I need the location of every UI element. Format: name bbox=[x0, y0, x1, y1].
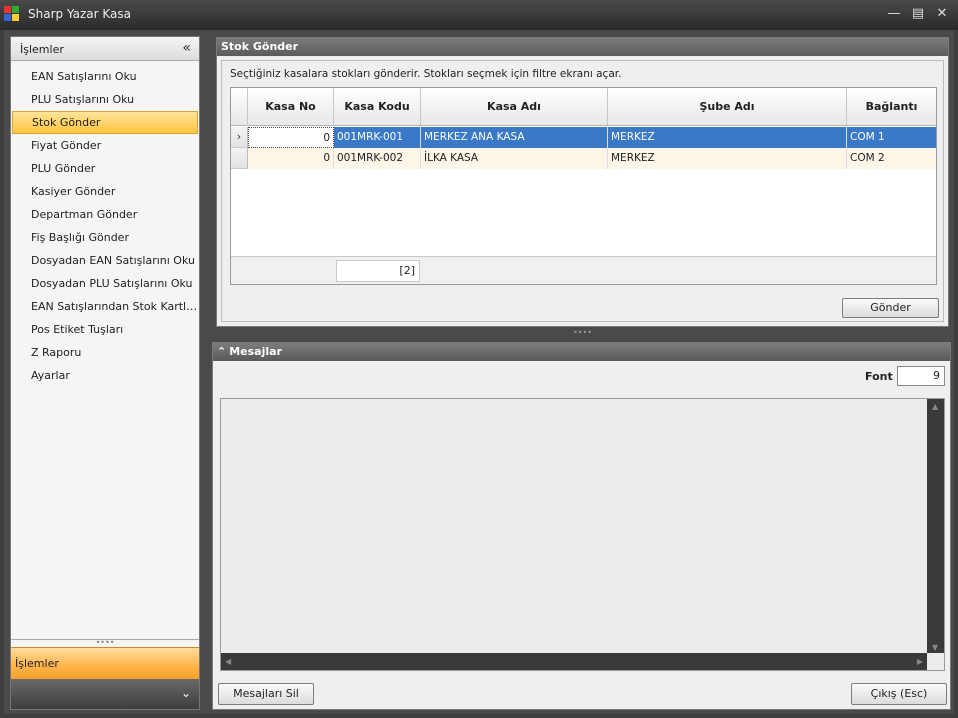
scroll-down-icon[interactable]: ▼ bbox=[932, 643, 938, 652]
nav-group-label: İşlemler bbox=[15, 657, 59, 670]
stok-description: Seçtiğiniz kasalara stokları gönderir. S… bbox=[230, 68, 622, 80]
nav-item-plu-satislarini-oku[interactable]: PLU Satışlarını Oku bbox=[12, 88, 198, 111]
mesajlar-panel: ⌃ Mesajlar Font 9 ▲ ▼ ◀ ▶ Mesajları Sil Ç… bbox=[212, 342, 951, 710]
col-kasa-adi[interactable]: Kasa Adı bbox=[421, 88, 608, 126]
col-baglanti[interactable]: Bağlantı bbox=[847, 88, 936, 126]
horizontal-splitter[interactable]: •••• bbox=[216, 329, 949, 337]
nav-item-dosyadan-ean[interactable]: Dosyadan EAN Satışlarını Oku bbox=[12, 249, 198, 272]
collapse-up-icon[interactable]: ⌃ bbox=[217, 345, 226, 358]
scroll-up-icon[interactable]: ▲ bbox=[932, 402, 938, 411]
nav-item-ayarlar[interactable]: Ayarlar bbox=[12, 364, 198, 387]
cell-sube-adi[interactable]: MERKEZ bbox=[608, 148, 847, 169]
close-icon[interactable]: ✕ bbox=[932, 5, 952, 23]
table-row[interactable]: 0 001MRK-002 İLKA KASA MERKEZ COM 2 bbox=[231, 148, 936, 169]
col-sube-adi[interactable]: Şube Adı bbox=[608, 88, 847, 126]
nav-group-islemler[interactable]: İşlemler bbox=[11, 647, 199, 679]
window-title: Sharp Yazar Kasa bbox=[28, 7, 131, 21]
cell-kasa-adi[interactable]: İLKA KASA bbox=[421, 148, 608, 169]
maximize-icon[interactable]: ▤ bbox=[908, 5, 928, 23]
col-kasa-kodu[interactable]: Kasa Kodu bbox=[334, 88, 421, 126]
app-window: Sharp Yazar Kasa — ▤ ✕ İşlemler « EAN Sa… bbox=[0, 0, 958, 718]
vertical-scrollbar[interactable]: ▲ ▼ bbox=[927, 399, 944, 655]
nav-item-kasiyer-gonder[interactable]: Kasiyer Gönder bbox=[12, 180, 198, 203]
stok-panel-title: Stok Gönder bbox=[217, 38, 948, 56]
cell-kasa-kodu[interactable]: 001MRK-001 bbox=[334, 127, 421, 148]
nav-item-fis-basligi-gonder[interactable]: Fiş Başlığı Gönder bbox=[12, 226, 198, 249]
exit-button[interactable]: Çıkış (Esc) bbox=[851, 683, 947, 705]
col-kasa-no[interactable]: Kasa No bbox=[248, 88, 334, 126]
app-icon bbox=[4, 6, 19, 21]
nav-list: EAN Satışlarını Oku PLU Satışlarını Oku … bbox=[11, 61, 199, 387]
nav-item-plu-gonder[interactable]: PLU Gönder bbox=[12, 157, 198, 180]
gonder-button[interactable]: Gönder bbox=[842, 298, 939, 318]
cell-sube-adi[interactable]: MERKEZ bbox=[608, 127, 847, 148]
nav-item-z-raporu[interactable]: Z Raporu bbox=[12, 341, 198, 364]
scroll-right-icon[interactable]: ▶ bbox=[917, 657, 923, 666]
table-row[interactable]: › 0 001MRK-001 MERKEZ ANA KASA MERKEZ CO… bbox=[231, 127, 936, 148]
title-bar: Sharp Yazar Kasa — ▤ ✕ bbox=[0, 0, 958, 30]
stok-gonder-panel: Stok Gönder Seçtiğiniz kasalara stokları… bbox=[216, 37, 949, 327]
kasa-grid: Kasa No Kasa Kodu Kasa Adı Şube Adı Bağl… bbox=[230, 87, 937, 285]
collapse-icon[interactable]: « bbox=[182, 40, 191, 56]
nav-item-ean-stok-kartlari[interactable]: EAN Satışlarından Stok Kartları... bbox=[12, 295, 198, 318]
nav-panel: İşlemler « EAN Satışlarını Oku PLU Satış… bbox=[10, 36, 200, 710]
nav-item-pos-etiket-tuslari[interactable]: Pos Etiket Tuşları bbox=[12, 318, 198, 341]
cell-kasa-adi[interactable]: MERKEZ ANA KASA bbox=[421, 127, 608, 148]
cell-kasa-no[interactable]: 0 bbox=[248, 127, 334, 148]
cell-kasa-kodu[interactable]: 001MRK-002 bbox=[334, 148, 421, 169]
nav-item-fiyat-gonder[interactable]: Fiyat Gönder bbox=[12, 134, 198, 157]
chevron-down-icon[interactable]: ⌄ bbox=[181, 686, 191, 700]
row-indicator-arrow-icon: › bbox=[231, 127, 248, 148]
client-area: İşlemler « EAN Satışlarını Oku PLU Satış… bbox=[4, 30, 954, 714]
messages-textarea[interactable]: ▲ ▼ ◀ ▶ bbox=[220, 398, 945, 671]
grid-corner bbox=[231, 88, 248, 126]
minimize-icon[interactable]: — bbox=[884, 5, 904, 23]
nav-overflow-bar[interactable]: ⌄ bbox=[11, 679, 199, 709]
nav-header-label: İşlemler bbox=[20, 43, 64, 56]
horizontal-scrollbar[interactable]: ◀ ▶ bbox=[221, 653, 927, 670]
cell-baglanti[interactable]: COM 2 bbox=[847, 148, 936, 169]
row-indicator bbox=[231, 148, 248, 169]
nav-splitter-handle[interactable]: •••• bbox=[11, 639, 199, 647]
stok-panel-body: Seçtiğiniz kasalara stokları gönderir. S… bbox=[221, 60, 944, 322]
mesajlar-title: Mesajlar bbox=[229, 345, 282, 358]
nav-item-departman-gonder[interactable]: Departman Gönder bbox=[12, 203, 198, 226]
nav-item-dosyadan-plu[interactable]: Dosyadan PLU Satışlarını Oku bbox=[12, 272, 198, 295]
mesajlar-header[interactable]: ⌃ Mesajlar bbox=[213, 343, 950, 361]
clear-messages-button[interactable]: Mesajları Sil bbox=[218, 683, 314, 705]
scroll-corner bbox=[927, 653, 944, 670]
nav-item-stok-gonder[interactable]: Stok Gönder bbox=[12, 111, 198, 134]
cell-kasa-no[interactable]: 0 bbox=[248, 148, 334, 169]
scroll-left-icon[interactable]: ◀ bbox=[225, 657, 231, 666]
font-label: Font bbox=[865, 370, 893, 383]
grid-header: Kasa No Kasa Kodu Kasa Adı Şube Adı Bağl… bbox=[231, 88, 936, 126]
vertical-splitter[interactable] bbox=[203, 36, 207, 710]
nav-header: İşlemler « bbox=[11, 37, 199, 61]
cell-baglanti[interactable]: COM 1 bbox=[847, 127, 936, 148]
font-size-input[interactable]: 9 bbox=[897, 366, 945, 386]
row-count-summary: [2] bbox=[336, 260, 420, 282]
grid-footer: [2] bbox=[231, 256, 936, 284]
nav-item-ean-satislarini-oku[interactable]: EAN Satışlarını Oku bbox=[12, 65, 198, 88]
